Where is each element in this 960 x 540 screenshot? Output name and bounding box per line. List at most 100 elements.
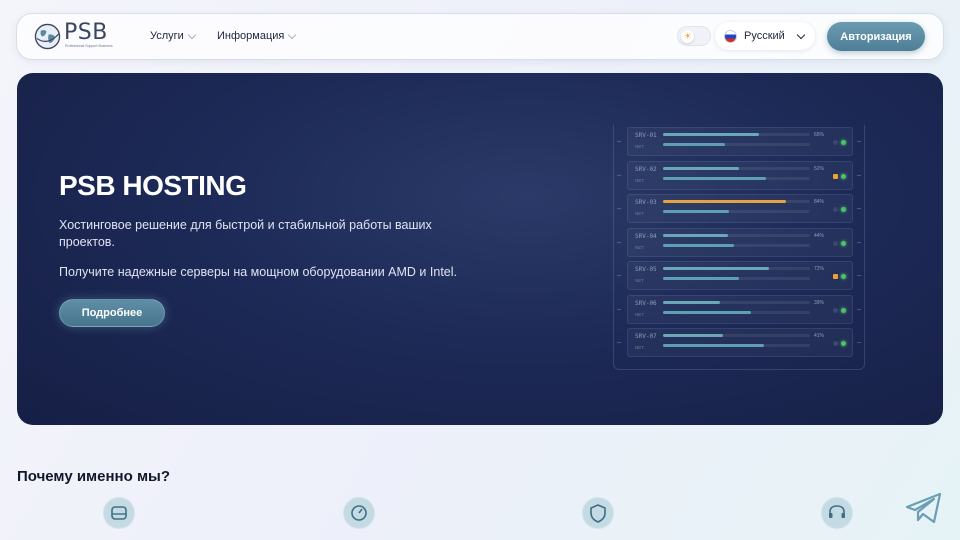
- russian-flag-icon: [724, 29, 737, 43]
- rack-tick: [617, 275, 621, 276]
- load-bar: [663, 200, 810, 203]
- nav-services[interactable]: Услуги: [150, 30, 197, 42]
- server-net-label: NET: [635, 244, 644, 250]
- status-led: [841, 173, 846, 179]
- status-led: [841, 240, 846, 246]
- server-row: SRV-02 NET 52%: [627, 160, 853, 190]
- telegram-icon[interactable]: [904, 490, 944, 526]
- server-net-label: NET: [635, 177, 644, 183]
- server-name: SRV-04: [635, 232, 657, 240]
- load-bar-fill: [663, 200, 787, 203]
- feature-security: [582, 497, 614, 529]
- server-name: SRV-01: [635, 132, 657, 139]
- rack-tick: [857, 174, 861, 176]
- nav-information[interactable]: Информация: [217, 30, 297, 42]
- load-bar: [663, 233, 810, 237]
- login-button[interactable]: Авторизация: [827, 22, 925, 51]
- load-percent: 41%: [814, 333, 825, 339]
- server-net-label: NET: [635, 144, 644, 149]
- nav-information-label: Информация: [217, 30, 285, 42]
- server-name: SRV-07: [635, 333, 657, 340]
- load-percent: 65%: [814, 132, 825, 138]
- status-led: [833, 173, 838, 179]
- net-bar: [663, 277, 810, 280]
- load-bar-fill: [663, 267, 769, 270]
- net-bar: [663, 210, 810, 213]
- load-percent: 44%: [814, 232, 825, 239]
- server-name: SRV-05: [635, 266, 657, 273]
- load-bar: [663, 300, 810, 304]
- load-bar: [663, 133, 810, 136]
- more-button[interactable]: Подробнее: [59, 299, 165, 327]
- rack-tick: [857, 308, 861, 310]
- rack-tick: [857, 141, 861, 142]
- load-percent: 52%: [814, 165, 825, 172]
- server-name: SRV-06: [635, 299, 657, 307]
- status-led: [833, 240, 838, 246]
- load-bar-fill: [663, 166, 740, 170]
- load-percent: 72%: [814, 266, 825, 272]
- server-name: SRV-02: [635, 165, 657, 173]
- globe-logo-icon: [34, 23, 61, 50]
- server-net-label: NET: [635, 311, 644, 317]
- site-header: PSB Professional Support Business Услуги…: [16, 13, 944, 60]
- server-row: SRV-03 NET 84%: [627, 194, 853, 223]
- server-net-label: NET: [635, 278, 644, 283]
- speed-icon: [344, 498, 374, 528]
- net-bar-fill: [663, 210, 730, 213]
- net-bar: [663, 176, 810, 180]
- net-bar: [663, 243, 810, 247]
- hero-hardware-text: Получите надежные серверы на мощном обор…: [59, 265, 457, 279]
- server-row: SRV-04 NET 44%: [627, 227, 853, 257]
- hero-description: Хостинговое решение для быстрой и стабил…: [59, 218, 432, 249]
- status-led: [833, 341, 838, 346]
- status-led: [833, 307, 838, 313]
- rack-tick: [617, 308, 621, 310]
- logo[interactable]: PSB Professional Support Business: [34, 20, 118, 52]
- server-row: SRV-07 NET 41%: [627, 328, 853, 357]
- status-led: [833, 207, 838, 212]
- language-select[interactable]: Русский: [715, 22, 815, 50]
- language-label: Русский: [744, 30, 785, 42]
- theme-toggle[interactable]: ☀: [677, 26, 711, 46]
- rack-tick: [857, 342, 861, 343]
- net-bar: [663, 344, 810, 347]
- status-led: [841, 274, 846, 279]
- logo-text: PSB: [64, 20, 108, 45]
- server-row: SRV-01 NET 65%: [627, 127, 853, 156]
- server-net-label: NET: [635, 345, 644, 350]
- net-bar-fill: [663, 243, 734, 247]
- rack-tick: [857, 208, 861, 209]
- drive-icon: [104, 498, 134, 528]
- chevron-down-icon: [187, 30, 197, 39]
- feature-support: [821, 497, 853, 529]
- load-bar-fill: [663, 233, 728, 237]
- feature-speed: [343, 497, 375, 529]
- status-led: [841, 307, 846, 313]
- logo-subtitle: Professional Support Business: [65, 44, 113, 48]
- status-led: [841, 207, 846, 212]
- rack-tick: [617, 174, 621, 176]
- net-bar-fill: [663, 310, 752, 314]
- net-bar-fill: [663, 143, 725, 146]
- load-bar-fill: [663, 300, 721, 304]
- headset-icon: [822, 498, 852, 528]
- shield-icon: [583, 498, 613, 528]
- load-bar: [663, 166, 810, 170]
- load-bar: [663, 267, 810, 270]
- hero-section: PSB HOSTING Хостинговое решение для быст…: [17, 73, 943, 425]
- why-us-heading: Почему именно мы?: [17, 468, 171, 485]
- net-bar: [663, 143, 810, 146]
- load-bar-fill: [663, 133, 759, 136]
- server-name: SRV-03: [635, 199, 657, 206]
- chevron-down-icon: [288, 30, 297, 39]
- sun-icon: ☀: [681, 30, 694, 43]
- server-net-label: NET: [635, 211, 644, 216]
- status-led: [841, 341, 846, 346]
- load-bar-fill: [663, 334, 724, 337]
- rack-tick: [857, 275, 861, 276]
- rack-tick: [617, 208, 621, 209]
- load-percent: 39%: [814, 299, 825, 306]
- load-percent: 84%: [814, 199, 825, 205]
- load-bar: [663, 334, 810, 337]
